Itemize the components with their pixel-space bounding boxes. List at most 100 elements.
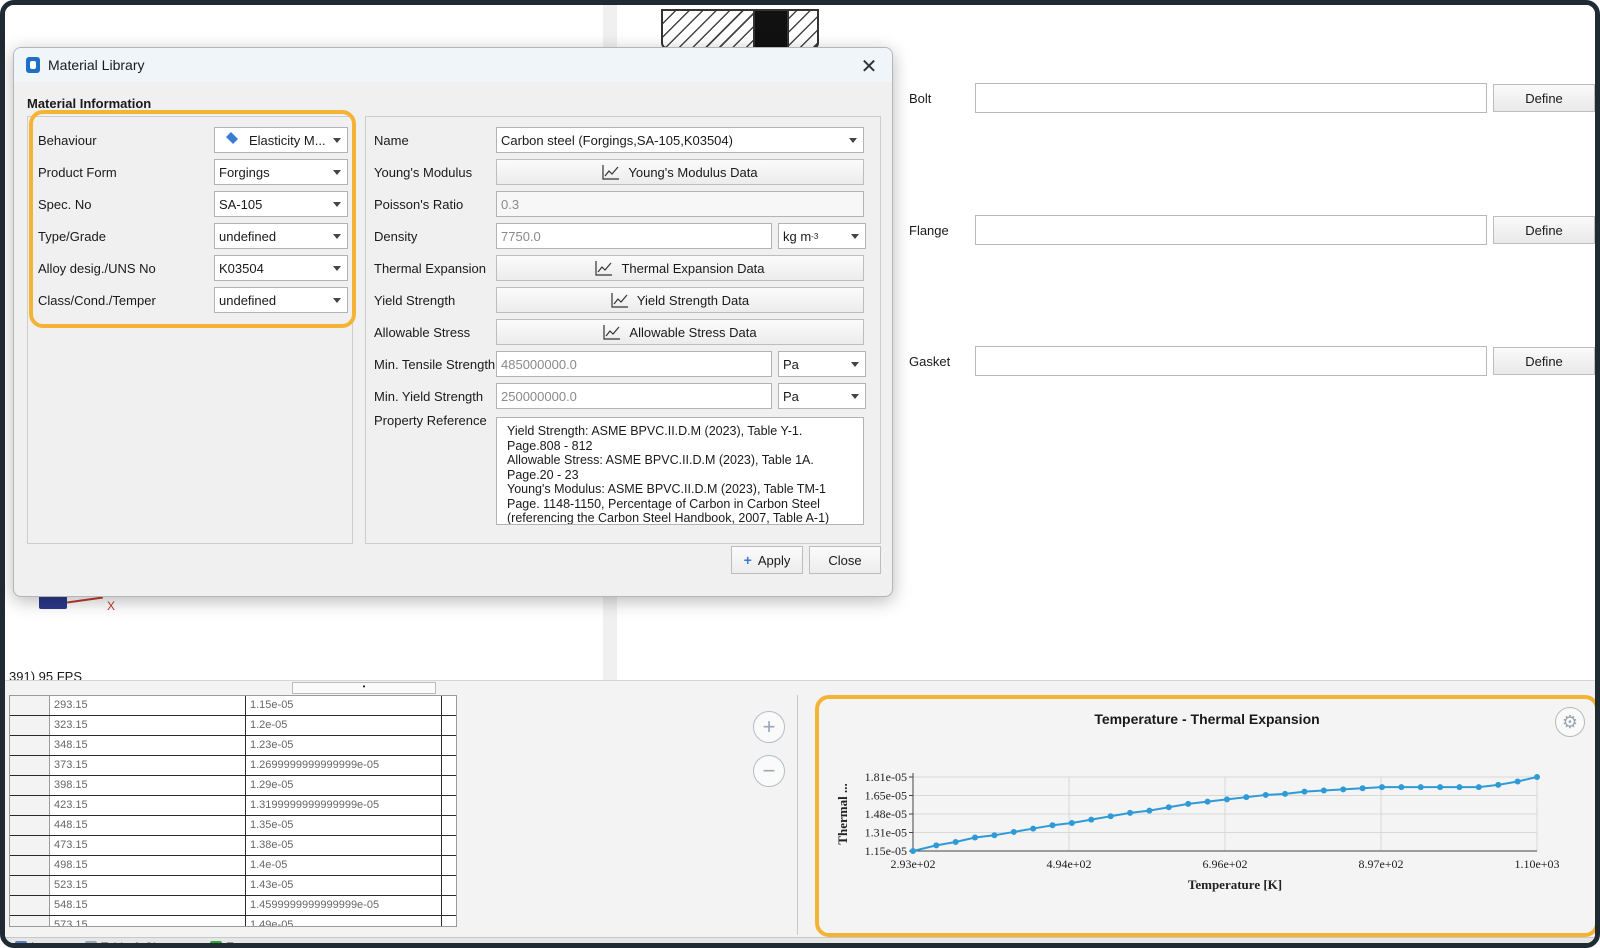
expansion-cell[interactable]: 1.29e-05 bbox=[246, 776, 442, 795]
tab-logs-label: Logs bbox=[31, 940, 58, 948]
table-row[interactable]: 473.15 1.38e-05 bbox=[10, 836, 456, 856]
yield-strength-data-button[interactable]: Yield Strength Data bbox=[496, 287, 864, 313]
dialog-title: Material Library bbox=[48, 57, 145, 73]
youngs-modulus-data-button[interactable]: Young's Modulus Data bbox=[496, 159, 864, 185]
tab-logs[interactable]: Logs bbox=[15, 940, 58, 948]
tab-table-chart[interactable]: Table & Chart bbox=[85, 940, 174, 943]
status-bar: Logs Table & Chart Errors bbox=[5, 937, 1595, 948]
bolt-define-button[interactable]: Define bbox=[1493, 84, 1595, 112]
data-point bbox=[1262, 791, 1269, 798]
zoom-in-button[interactable]: + bbox=[753, 711, 785, 743]
class-select[interactable]: undefined bbox=[214, 287, 348, 313]
material-library-dialog: Material Library ✕ Material Information … bbox=[13, 47, 893, 597]
bottom-splitter[interactable] bbox=[797, 695, 798, 935]
expansion-cell[interactable]: 1.49e-05 bbox=[246, 916, 442, 926]
zoom-out-button[interactable]: − bbox=[753, 755, 785, 787]
table-row[interactable]: 423.15 1.3199999999999999e-05 bbox=[10, 796, 456, 816]
temperature-cell[interactable]: 373.15 bbox=[50, 756, 246, 775]
table-row[interactable]: 523.15 1.43e-05 bbox=[10, 876, 456, 896]
property-reference-text[interactable]: Yield Strength: ASME BPVC.II.D.M (2023),… bbox=[496, 417, 864, 525]
min-yield-unit-select[interactable]: Pa bbox=[778, 383, 866, 409]
table-row[interactable]: 348.15 1.23e-05 bbox=[10, 736, 456, 756]
row-header[interactable] bbox=[10, 776, 50, 795]
expansion-cell[interactable]: 1.35e-05 bbox=[246, 816, 442, 835]
tab-errors[interactable]: Errors bbox=[210, 940, 259, 943]
data-point bbox=[1456, 784, 1463, 791]
dialog-titlebar[interactable]: Material Library ✕ bbox=[14, 48, 892, 82]
row-header[interactable] bbox=[10, 736, 50, 755]
row-header[interactable] bbox=[10, 696, 50, 715]
expansion-cell[interactable]: 1.4e-05 bbox=[246, 856, 442, 875]
close-button[interactable]: Close bbox=[809, 546, 881, 574]
row-header[interactable] bbox=[10, 856, 50, 875]
gasket-material-field[interactable] bbox=[975, 346, 1487, 376]
min-tensile-row: Min. Tensile Strength 485000000.0 Pa bbox=[374, 351, 866, 377]
temperature-cell[interactable]: 293.15 bbox=[50, 696, 246, 715]
bolt-material-field[interactable] bbox=[975, 83, 1487, 113]
min-yield-field[interactable]: 250000000.0 bbox=[496, 383, 772, 409]
temperature-cell[interactable]: 348.15 bbox=[50, 736, 246, 755]
poisson-field[interactable]: 0.3 bbox=[496, 191, 864, 217]
table-row[interactable]: 398.15 1.29e-05 bbox=[10, 776, 456, 796]
expansion-cell[interactable]: 1.15e-05 bbox=[246, 696, 442, 715]
panel-collapse-handle[interactable]: • bbox=[292, 682, 436, 694]
data-table[interactable]: 293.15 1.15e-05 323.15 1.2e-05 348.15 1.23e-0… bbox=[9, 695, 457, 927]
min-tensile-field[interactable]: 485000000.0 bbox=[496, 351, 772, 377]
temperature-cell[interactable]: 573.15 bbox=[50, 916, 246, 926]
x-axis-label: X bbox=[107, 599, 116, 613]
row-header[interactable] bbox=[10, 896, 50, 915]
row-header[interactable] bbox=[10, 816, 50, 835]
behaviour-select[interactable]: Elasticity M... bbox=[214, 127, 348, 153]
temperature-cell[interactable]: 398.15 bbox=[50, 776, 246, 795]
min-tensile-unit-select[interactable]: Pa bbox=[778, 351, 866, 377]
apply-button[interactable]: + Apply bbox=[731, 546, 803, 574]
row-header[interactable] bbox=[10, 836, 50, 855]
expansion-cell[interactable]: 1.2699999999999999e-05 bbox=[246, 756, 442, 775]
table-row[interactable]: 498.15 1.4e-05 bbox=[10, 856, 456, 876]
table-row[interactable]: 448.15 1.35e-05 bbox=[10, 816, 456, 836]
table-row[interactable]: 323.15 1.2e-05 bbox=[10, 716, 456, 736]
row-header[interactable] bbox=[10, 796, 50, 815]
expansion-cell[interactable]: 1.43e-05 bbox=[246, 876, 442, 895]
temperature-cell[interactable]: 523.15 bbox=[50, 876, 246, 895]
data-point bbox=[1204, 798, 1211, 805]
temperature-cell[interactable]: 548.15 bbox=[50, 896, 246, 915]
table-row[interactable]: 373.15 1.2699999999999999e-05 bbox=[10, 756, 456, 776]
table-chart-icon bbox=[85, 941, 97, 943]
spec-no-select[interactable]: SA-105 bbox=[214, 191, 348, 217]
row-header[interactable] bbox=[10, 756, 50, 775]
allowable-stress-data-button[interactable]: Allowable Stress Data bbox=[496, 319, 864, 345]
expansion-cell[interactable]: 1.4599999999999999e-05 bbox=[246, 896, 442, 915]
row-header[interactable] bbox=[10, 916, 50, 926]
chevron-down-icon bbox=[333, 298, 341, 303]
product-form-label: Product Form bbox=[38, 164, 117, 180]
density-field[interactable]: 7750.0 bbox=[496, 223, 772, 249]
row-header[interactable] bbox=[10, 716, 50, 735]
thermal-expansion-data-button[interactable]: Thermal Expansion Data bbox=[496, 255, 864, 281]
data-point bbox=[1437, 784, 1444, 791]
product-form-select[interactable]: Forgings bbox=[214, 159, 348, 185]
temperature-cell[interactable]: 448.15 bbox=[50, 816, 246, 835]
expansion-cell[interactable]: 1.23e-05 bbox=[246, 736, 442, 755]
row-header[interactable] bbox=[10, 876, 50, 895]
name-select[interactable]: Carbon steel (Forgings,SA-105,K03504) bbox=[496, 127, 864, 153]
type-grade-select[interactable]: undefined bbox=[214, 223, 348, 249]
expansion-cell[interactable]: 1.3199999999999999e-05 bbox=[246, 796, 442, 815]
poisson-label: Poisson's Ratio bbox=[374, 196, 464, 212]
temperature-cell[interactable]: 423.15 bbox=[50, 796, 246, 815]
youngs-button-label: Young's Modulus Data bbox=[628, 164, 758, 180]
flange-define-button[interactable]: Define bbox=[1493, 216, 1595, 244]
gasket-define-button[interactable]: Define bbox=[1493, 347, 1595, 375]
table-row[interactable]: 293.15 1.15e-05 bbox=[10, 696, 456, 716]
expansion-cell[interactable]: 1.38e-05 bbox=[246, 836, 442, 855]
density-unit-select[interactable]: kg m -3 bbox=[778, 223, 866, 249]
table-row[interactable]: 548.15 1.4599999999999999e-05 bbox=[10, 896, 456, 916]
temperature-cell[interactable]: 498.15 bbox=[50, 856, 246, 875]
close-icon[interactable]: ✕ bbox=[858, 54, 880, 79]
flange-material-field[interactable] bbox=[975, 215, 1487, 245]
alloy-select[interactable]: K03504 bbox=[214, 255, 348, 281]
table-row[interactable]: 573.15 1.49e-05 bbox=[10, 916, 456, 926]
temperature-cell[interactable]: 323.15 bbox=[50, 716, 246, 735]
expansion-cell[interactable]: 1.2e-05 bbox=[246, 716, 442, 735]
temperature-cell[interactable]: 473.15 bbox=[50, 836, 246, 855]
